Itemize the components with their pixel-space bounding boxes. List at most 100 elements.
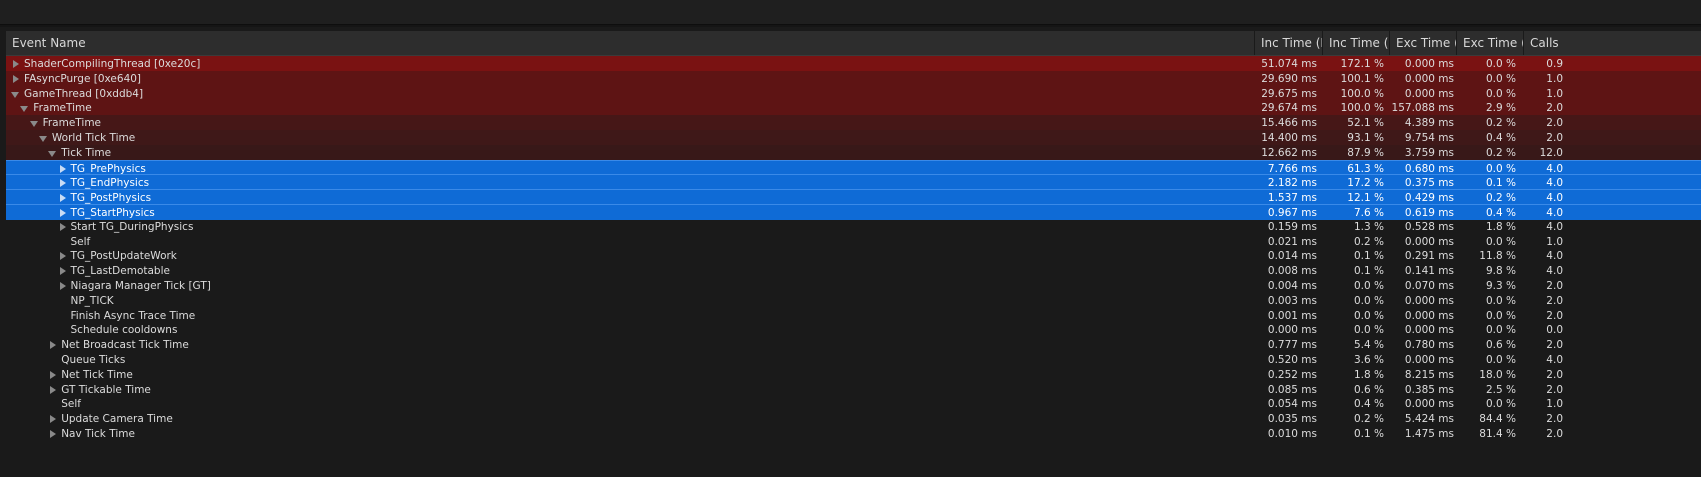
inc-time-ms-cell: 15.466 ms [1261, 117, 1317, 130]
table-row[interactable]: FrameTime 15.466 ms 52.1 % 4.389 ms 0.2 % 2.0 [6, 115, 1701, 132]
table-row[interactable]: Niagara Manager Tick [GT] 0.004 ms 0.0 % 0.… [6, 278, 1701, 294]
calls-cell: 4.0 [1546, 265, 1563, 278]
inc-time-ms-cell: 0.777 ms [1267, 339, 1317, 352]
table-row[interactable]: GameThread [0xddb4] 29.675 ms 100.0 % 0.000… [6, 85, 1701, 102]
table-row[interactable]: Nav Tick Time 0.010 ms 0.1 % 1.475 ms 81.4 %… [6, 426, 1701, 442]
tree-table-body[interactable]: ShaderCompilingThread [0xe20c] 51.074 ms 1… [6, 56, 1701, 477]
column-header-exc-time-pct[interactable]: Exc Time (% [1456, 31, 1523, 55]
exc-time-pct-cell: 0.0 % [1485, 398, 1516, 411]
event-name-label: Tick Time [61, 146, 112, 159]
event-name-cell: Tick Time [6, 145, 1297, 161]
column-header-inc-time-ms[interactable]: Inc Time (M [1254, 31, 1322, 55]
collapse-arrow-icon[interactable] [47, 145, 57, 161]
table-row[interactable]: Tick Time 12.662 ms 87.9 % 3.759 ms 0.2 % 12.… [6, 144, 1701, 161]
inc-time-ms-cell: 0.010 ms [1267, 428, 1317, 440]
table-row[interactable]: Schedule cooldowns 0.000 ms 0.0 % 0.000 ms 0… [6, 322, 1701, 338]
collapse-arrow-icon[interactable] [29, 115, 39, 131]
exc-time-ms-cell: 0.070 ms [1404, 280, 1454, 292]
calls-cell: 0.9 [1546, 58, 1563, 70]
expand-arrow-icon[interactable] [57, 248, 67, 264]
inc-time-pct-cell: 3.6 % [1353, 354, 1384, 366]
table-row[interactable]: Finish Async Trace Time 0.001 ms 0.0 % 0.00… [6, 308, 1701, 324]
exc-time-pct-cell: 0.0 % [1485, 294, 1516, 307]
event-name-cell: Nav Tick Time [6, 426, 1297, 442]
calls-cell: 2.0 [1546, 383, 1563, 396]
table-row[interactable]: TG_StartPhysics 0.967 ms 7.6 % 0.619 ms 0.4 … [6, 204, 1701, 220]
event-name-label: TG_LastDemotable [70, 265, 170, 278]
table-row[interactable]: TG_PostUpdateWork 0.014 ms 0.1 % 0.291 ms 11… [6, 248, 1701, 264]
exc-time-pct-cell: 0.6 % [1485, 339, 1516, 352]
event-name-label: World Tick Time [51, 132, 136, 144]
table-row[interactable]: NP_TICK 0.003 ms 0.0 % 0.000 ms 0.0 % 2.0 [6, 293, 1701, 309]
calls-cell: 2.0 [1546, 309, 1563, 322]
expand-arrow-icon[interactable] [57, 219, 67, 235]
event-name-cell: FrameTime [6, 115, 1279, 131]
expand-arrow-icon[interactable] [57, 278, 67, 294]
inc-time-pct-cell: 5.4 % [1353, 339, 1384, 352]
table-row[interactable]: Net Broadcast Tick Time 0.777 ms 5.4 % 0.78… [6, 337, 1701, 353]
table-row[interactable]: FrameTime 29.674 ms 100.0 % 157.088 ms 2.9 %… [6, 100, 1701, 117]
event-name-cell: Self [6, 234, 1307, 250]
table-row[interactable]: Start TG_DuringPhysics 0.159 ms 1.3 % 0.528… [6, 219, 1701, 235]
exc-time-pct-cell: 2.5 % [1485, 383, 1516, 396]
expand-arrow-icon[interactable] [47, 337, 57, 353]
expand-arrow-icon[interactable] [47, 382, 57, 398]
exc-time-ms-cell: 8.215 ms [1404, 368, 1454, 381]
table-row[interactable]: TG_PrePhysics 7.766 ms 61.3 % 0.680 ms 0.0 %… [6, 159, 1701, 176]
calls-cell: 2.0 [1546, 132, 1563, 144]
inc-time-pct-cell: 100.1 % [1340, 72, 1384, 85]
exc-time-ms-cell: 0.780 ms [1404, 339, 1454, 352]
expand-arrow-icon[interactable] [47, 367, 57, 383]
collapse-arrow-icon[interactable] [10, 86, 20, 102]
table-row[interactable]: Net Tick Time 0.252 ms 1.8 % 8.215 ms 18.0 %… [6, 367, 1701, 383]
event-name-label: GameThread [0xddb4] [24, 87, 144, 100]
inc-time-pct-cell: 0.0 % [1353, 324, 1384, 337]
table-row[interactable]: Queue Ticks 0.520 ms 3.6 % 0.000 ms 0.0 % 4.0 [6, 352, 1701, 368]
column-header-exc-time-ms[interactable]: Exc Time (M [1389, 31, 1456, 55]
inc-time-ms-cell: 0.000 ms [1267, 324, 1317, 337]
exc-time-ms-cell: 0.000 ms [1404, 324, 1454, 337]
inc-time-pct-cell: 52.1 % [1347, 117, 1384, 130]
inc-time-ms-cell: 29.690 ms [1261, 72, 1317, 85]
expand-arrow-icon[interactable] [57, 263, 67, 279]
calls-cell: 1.0 [1546, 235, 1563, 248]
exc-time-ms-cell: 0.000 ms [1404, 235, 1454, 248]
expand-arrow-icon[interactable] [47, 411, 57, 427]
table-row[interactable]: Update Camera Time 0.035 ms 0.2 % 5.424 ms 8… [6, 411, 1701, 427]
collapse-arrow-icon[interactable] [19, 100, 29, 116]
exc-time-ms-cell: 157.088 ms [1391, 102, 1454, 115]
column-header-inc-time-pct[interactable]: Inc Time (% [1322, 31, 1389, 55]
table-row[interactable]: GT Tickable Time 0.085 ms 0.6 % 0.385 ms 2.5… [6, 382, 1701, 398]
expand-arrow-icon[interactable] [10, 71, 20, 87]
column-header-event-name[interactable]: Event Name [6, 31, 1254, 55]
table-row[interactable]: World Tick Time 14.400 ms 93.1 % 9.754 ms 0.… [6, 130, 1701, 146]
event-name-cell: Net Tick Time [6, 367, 1297, 383]
calls-cell: 2.0 [1546, 294, 1563, 307]
exc-time-pct-cell: 0.0 % [1485, 324, 1516, 337]
exc-time-pct-cell: 9.8 % [1485, 265, 1516, 278]
event-name-label: Schedule cooldowns [70, 324, 178, 337]
calls-cell: 2.0 [1546, 428, 1563, 440]
table-row[interactable]: Self 0.054 ms 0.4 % 0.000 ms 0.0 % 1.0 [6, 396, 1701, 412]
table-row[interactable]: ShaderCompilingThread [0xe20c] 51.074 ms 1… [6, 56, 1701, 72]
event-name-label: ShaderCompilingThread [0xe20c] [24, 58, 201, 70]
expand-arrow-icon[interactable] [10, 56, 20, 72]
exc-time-pct-cell: 18.0 % [1479, 368, 1516, 381]
event-name-cell: FAsyncPurge [0xe640] [6, 71, 1260, 87]
table-row[interactable]: Self 0.021 ms 0.2 % 0.000 ms 0.0 % 1.0 [6, 234, 1701, 250]
table-row[interactable]: FAsyncPurge [0xe640] 29.690 ms 100.1 % 0.00… [6, 70, 1701, 87]
inc-time-pct-cell: 172.1 % [1340, 58, 1384, 70]
collapse-arrow-icon[interactable] [38, 130, 48, 146]
inc-time-ms-cell: 0.021 ms [1267, 235, 1317, 248]
expand-arrow-icon[interactable] [47, 426, 57, 442]
calls-cell: 2.0 [1546, 413, 1563, 426]
event-name-cell: Niagara Manager Tick [GT] [6, 278, 1307, 294]
table-row[interactable]: TG_EndPhysics 2.182 ms 17.2 % 0.375 ms 0.1 %… [6, 174, 1701, 191]
column-header-calls[interactable]: Calls [1523, 31, 1701, 55]
event-name-cell: World Tick Time [6, 130, 1288, 146]
table-row[interactable]: TG_LastDemotable 0.008 ms 0.1 % 0.141 ms 9.8… [6, 263, 1701, 279]
table-row[interactable]: TG_PostPhysics 1.537 ms 12.1 % 0.429 ms 0.2 … [6, 189, 1701, 206]
exc-time-ms-cell: 0.141 ms [1404, 265, 1454, 278]
exc-time-ms-cell: 0.000 ms [1404, 58, 1454, 70]
